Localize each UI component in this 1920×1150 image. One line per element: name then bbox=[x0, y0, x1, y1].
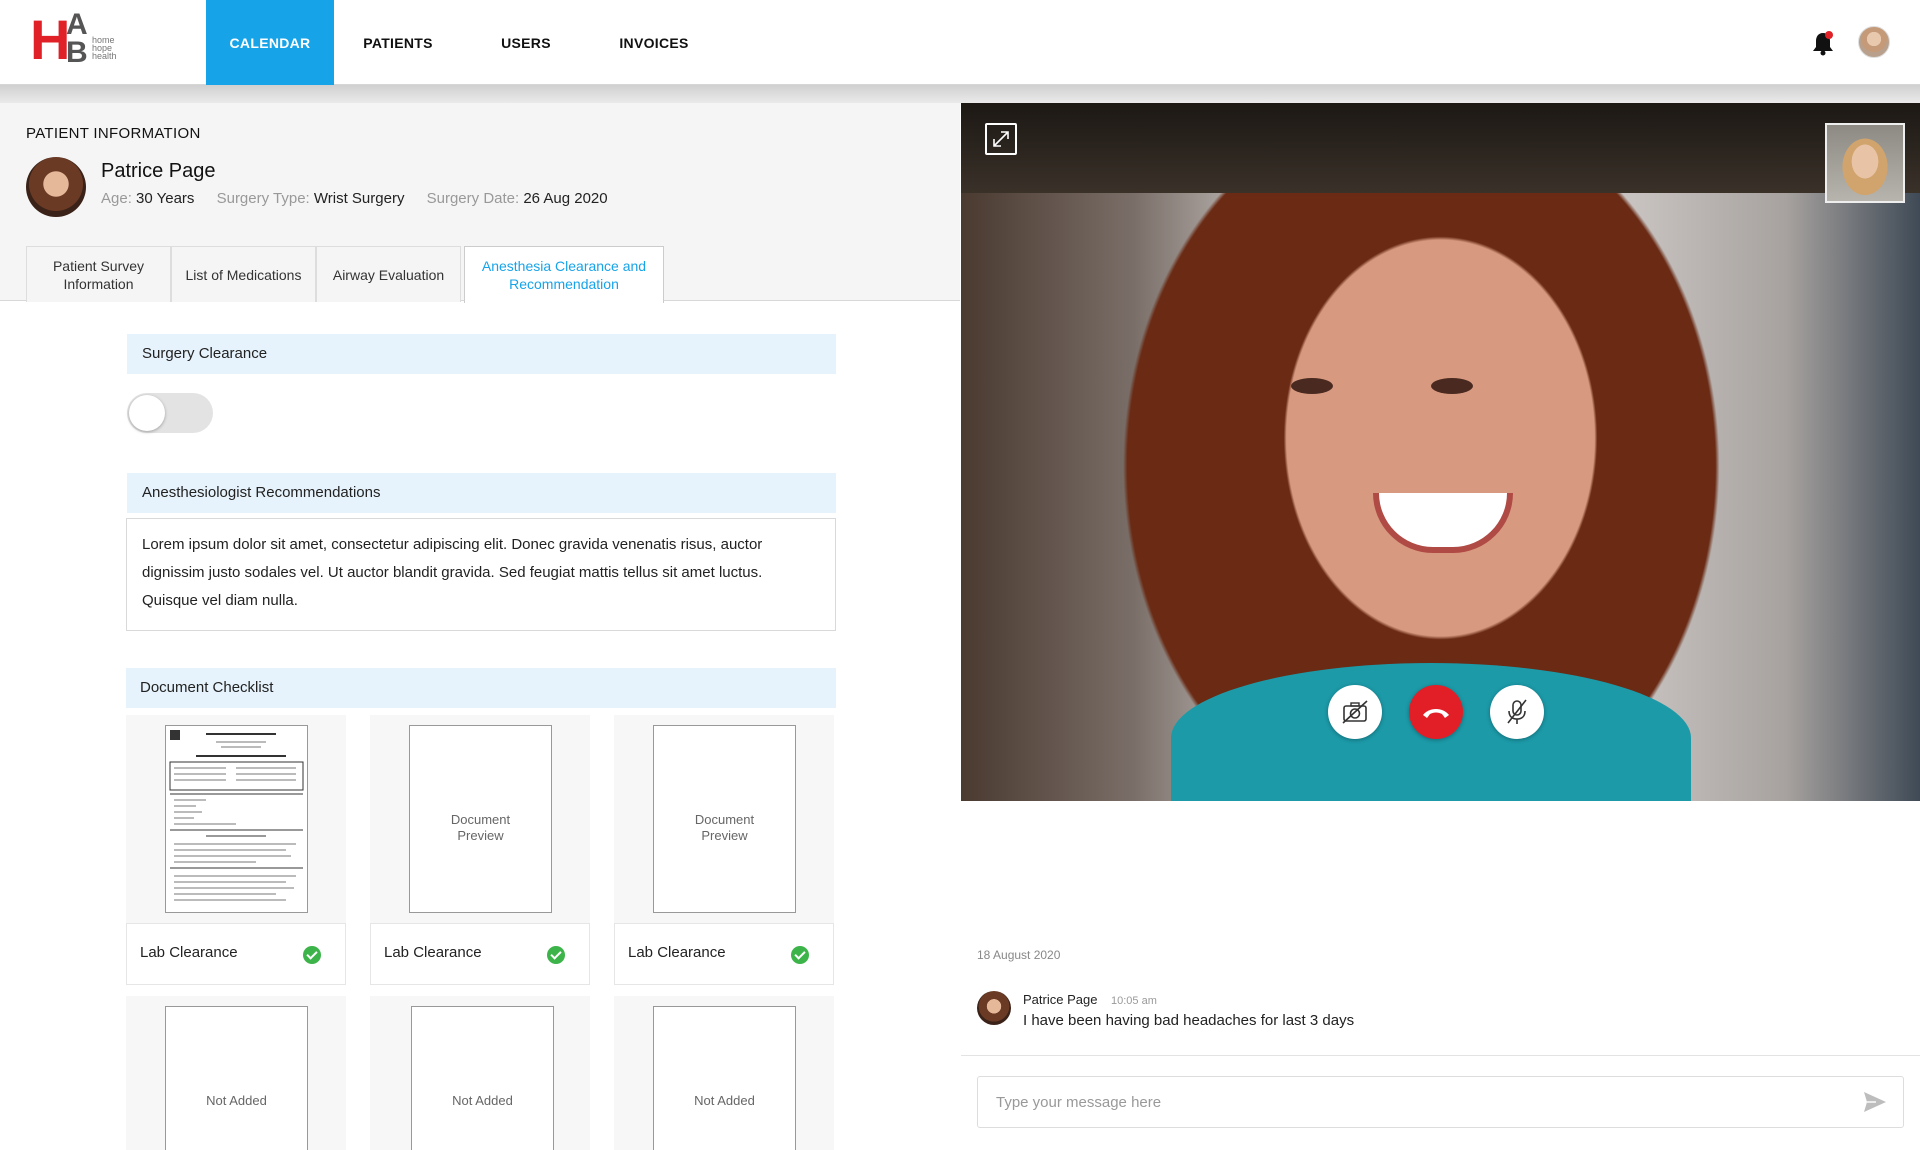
lab-report-thumbnail bbox=[169, 730, 304, 901]
chat-sender: Patrice Page bbox=[1023, 992, 1098, 1007]
patient-panel: PATIENT INFORMATION Patrice Page Age: 30… bbox=[0, 103, 960, 1150]
patient-info-title: PATIENT INFORMATION bbox=[26, 125, 201, 142]
chat-date: 18 August 2020 bbox=[977, 948, 1061, 962]
document-card[interactable]: Lab Clearance bbox=[126, 715, 346, 985]
nav-invoices[interactable]: INVOICES bbox=[590, 0, 718, 85]
check-circle-icon bbox=[791, 946, 809, 964]
document-preview[interactable]: Document Preview bbox=[653, 725, 796, 913]
header-shadow bbox=[0, 85, 1920, 103]
patient-avatar bbox=[26, 157, 86, 217]
document-checklist-header: Document Checklist bbox=[126, 668, 836, 708]
camera-off-button[interactable] bbox=[1328, 685, 1382, 739]
tab-airway-evaluation[interactable]: Airway Evaluation bbox=[316, 246, 461, 302]
patient-surgery-date: 26 Aug 2020 bbox=[523, 190, 608, 207]
document-footer: Lab Clearance bbox=[370, 923, 590, 985]
document-footer: Lab Clearance bbox=[614, 923, 834, 985]
surgery-clearance-header: Surgery Clearance bbox=[127, 334, 836, 374]
document-footer: Lab Clearance bbox=[126, 923, 346, 985]
tab-medications[interactable]: List of Medications bbox=[171, 246, 316, 302]
document-card[interactable]: Not Added bbox=[370, 996, 590, 1150]
document-preview[interactable]: Not Added bbox=[411, 1006, 554, 1150]
chat-message: I have been having bad headaches for las… bbox=[1023, 1012, 1355, 1029]
nav-patients[interactable]: PATIENTS bbox=[334, 0, 462, 85]
patient-tabs: Patient Survey Information List of Medic… bbox=[26, 246, 664, 303]
document-card[interactable]: Document Preview Lab Clearance bbox=[370, 715, 590, 985]
tab-patient-survey[interactable]: Patient Survey Information bbox=[26, 246, 171, 302]
video-chat-panel: 18 August 2020 Patrice Page 10:05 am I h… bbox=[961, 103, 1920, 1150]
main-nav: CALENDAR PATIENTS USERS INVOICES bbox=[206, 0, 718, 85]
document-card[interactable]: Not Added bbox=[614, 996, 834, 1150]
surgery-clearance-toggle[interactable] bbox=[127, 393, 213, 433]
bell-icon[interactable] bbox=[1812, 30, 1834, 56]
toggle-knob bbox=[129, 395, 165, 431]
patient-meta: Age: 30 Years Surgery Type: Wrist Surger… bbox=[101, 190, 608, 207]
document-label: Lab Clearance bbox=[384, 944, 482, 961]
camera-off-icon bbox=[1342, 700, 1368, 724]
expand-icon[interactable] bbox=[985, 123, 1017, 155]
patient-surgery-type: Wrist Surgery bbox=[313, 190, 405, 207]
document-preview[interactable]: Not Added bbox=[165, 1006, 308, 1150]
send-icon[interactable] bbox=[1863, 1091, 1887, 1113]
recommendations-text[interactable]: Lorem ipsum dolor sit amet, consectetur … bbox=[126, 518, 836, 631]
document-card[interactable]: Not Added bbox=[126, 996, 346, 1150]
video-stream bbox=[961, 103, 1920, 801]
document-preview[interactable]: Not Added bbox=[653, 1006, 796, 1150]
nav-calendar[interactable]: CALENDAR bbox=[206, 0, 334, 85]
message-input[interactable] bbox=[977, 1076, 1904, 1128]
document-card[interactable]: Document Preview Lab Clearance bbox=[614, 715, 834, 985]
check-circle-icon bbox=[303, 946, 321, 964]
chat-time: 10:05 am bbox=[1111, 995, 1157, 1007]
mute-mic-icon bbox=[1507, 699, 1527, 724]
video-background bbox=[961, 103, 1920, 193]
patient-name: Patrice Page bbox=[101, 160, 216, 182]
document-preview[interactable] bbox=[165, 725, 308, 913]
patient-header: PATIENT INFORMATION Patrice Page Age: 30… bbox=[0, 103, 960, 303]
check-circle-icon bbox=[547, 946, 565, 964]
user-avatar[interactable] bbox=[1858, 26, 1890, 58]
end-call-icon bbox=[1423, 709, 1449, 718]
mute-button[interactable] bbox=[1490, 685, 1544, 739]
chat-avatar bbox=[977, 991, 1011, 1025]
document-label: Lab Clearance bbox=[140, 944, 238, 961]
end-call-button[interactable] bbox=[1409, 685, 1463, 739]
top-navigation-bar: H A B home hope health CALENDAR PATIENTS… bbox=[0, 0, 1920, 85]
document-preview[interactable]: Document Preview bbox=[409, 725, 552, 913]
nav-users[interactable]: USERS bbox=[462, 0, 590, 85]
patient-age: 30 Years bbox=[136, 190, 195, 207]
self-view-thumbnail[interactable] bbox=[1825, 123, 1905, 203]
document-label: Lab Clearance bbox=[628, 944, 726, 961]
recommendations-header: Anesthesiologist Recommendations bbox=[127, 473, 836, 513]
app-logo[interactable]: H A B home hope health bbox=[30, 10, 122, 68]
chat-divider bbox=[961, 1055, 1920, 1056]
tab-anesthesia-clearance[interactable]: Anesthesia Clearance and Recommendation bbox=[464, 246, 664, 303]
